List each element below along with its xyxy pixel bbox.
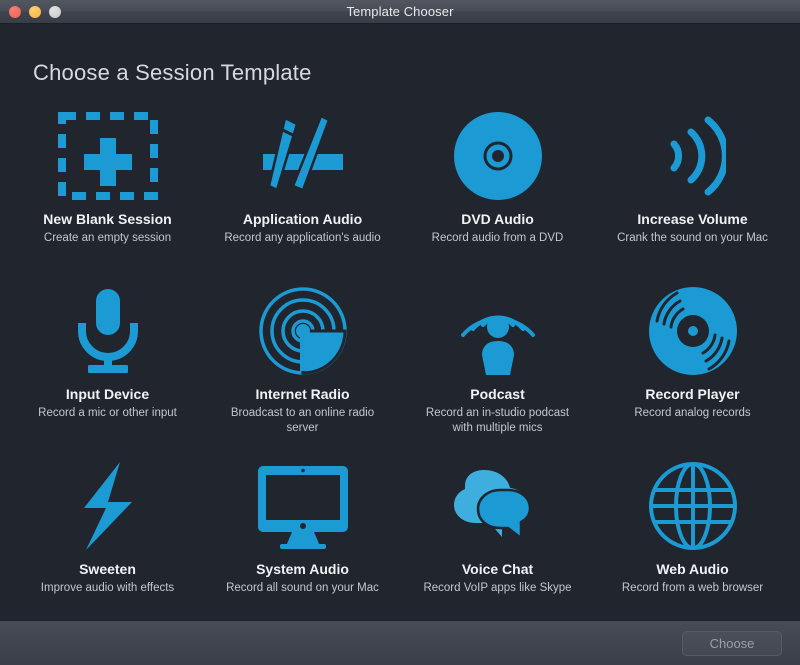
template-tile-application-audio[interactable]: Application Audio Record any application…	[205, 106, 400, 281]
template-desc: Record analog records	[634, 407, 751, 419]
template-tile-new-blank-session[interactable]: New Blank Session Create an empty sessio…	[10, 106, 205, 281]
globe-icon	[648, 456, 738, 556]
template-desc: Record any application's audio	[224, 232, 381, 244]
template-title: Sweeten	[79, 561, 136, 577]
speech-bubbles-icon	[450, 456, 546, 556]
traffic-lights	[0, 5, 61, 18]
template-title: Increase Volume	[637, 211, 748, 227]
template-tile-sweeten[interactable]: Sweeten Improve audio with effects	[10, 456, 205, 616]
template-title: DVD Audio	[461, 211, 534, 227]
template-title: Input Device	[65, 386, 150, 402]
template-tile-dvd-audio[interactable]: DVD Audio Record audio from a DVD	[400, 106, 595, 281]
template-tile-internet-radio[interactable]: Internet Radio Broadcast to an online ra…	[205, 281, 400, 456]
dialog-footer: Choose	[0, 620, 800, 665]
template-tile-system-audio[interactable]: System Audio Record all sound on your Ma…	[205, 456, 400, 616]
satellite-dish-icon	[257, 281, 349, 381]
template-title: Voice Chat	[461, 561, 534, 577]
template-tile-voice-chat[interactable]: Voice Chat Record VoIP apps like Skype	[400, 456, 595, 616]
template-grid: New Blank Session Create an empty sessio…	[0, 106, 800, 616]
template-title: Application Audio	[242, 211, 363, 227]
template-title: System Audio	[256, 561, 349, 577]
app-store-icon	[255, 106, 351, 206]
template-tile-record-player[interactable]: Record Player Record analog records	[595, 281, 790, 456]
template-tile-podcast[interactable]: Podcast Record an in-studio podcast with…	[400, 281, 595, 456]
template-tile-web-audio[interactable]: Web Audio Record from a web browser	[595, 456, 790, 616]
imac-display-icon	[254, 456, 352, 556]
window-title: Template Chooser	[346, 4, 454, 19]
microphone-icon	[72, 281, 144, 381]
template-tile-increase-volume[interactable]: Increase Volume Crank the sound on your …	[595, 106, 790, 281]
template-desc: Broadcast to an online radio server	[230, 407, 375, 434]
podcast-person-icon	[453, 281, 543, 381]
close-button[interactable]	[9, 5, 21, 18]
template-desc: Create an empty session	[43, 232, 172, 244]
vinyl-record-icon	[647, 281, 739, 381]
page-title: Choose a Session Template	[33, 60, 312, 85]
window-titlebar: Template Chooser	[0, 0, 800, 24]
template-desc: Record an in-studio podcast with multipl…	[425, 407, 570, 434]
template-title: Record Player	[645, 386, 740, 402]
content-area: Choose a Session Template New Blank Sess…	[0, 24, 800, 620]
volume-waves-icon	[660, 106, 726, 206]
template-desc: Crank the sound on your Mac	[617, 232, 768, 244]
choose-button[interactable]: Choose	[682, 630, 782, 656]
template-desc: Record audio from a DVD	[431, 232, 564, 244]
template-tile-input-device[interactable]: Input Device Record a mic or other input	[10, 281, 205, 456]
template-desc: Improve audio with effects	[40, 582, 175, 594]
template-desc: Record VoIP apps like Skype	[423, 582, 572, 594]
template-title: Web Audio	[656, 561, 729, 577]
template-title: Podcast	[470, 386, 525, 402]
template-desc: Record all sound on your Mac	[226, 582, 379, 594]
template-desc: Record a mic or other input	[38, 407, 177, 419]
minimize-button[interactable]	[29, 5, 41, 18]
dashed-plus-icon	[57, 106, 158, 206]
template-chooser-window: Template Chooser Choose a Session Templa…	[0, 0, 800, 665]
template-title: New Blank Session	[43, 211, 172, 227]
template-desc: Record from a web browser	[621, 582, 764, 594]
zoom-button[interactable]	[49, 5, 61, 18]
dvd-disc-icon	[452, 106, 544, 206]
template-title: Internet Radio	[255, 386, 350, 402]
lightning-bolt-icon	[70, 456, 146, 556]
